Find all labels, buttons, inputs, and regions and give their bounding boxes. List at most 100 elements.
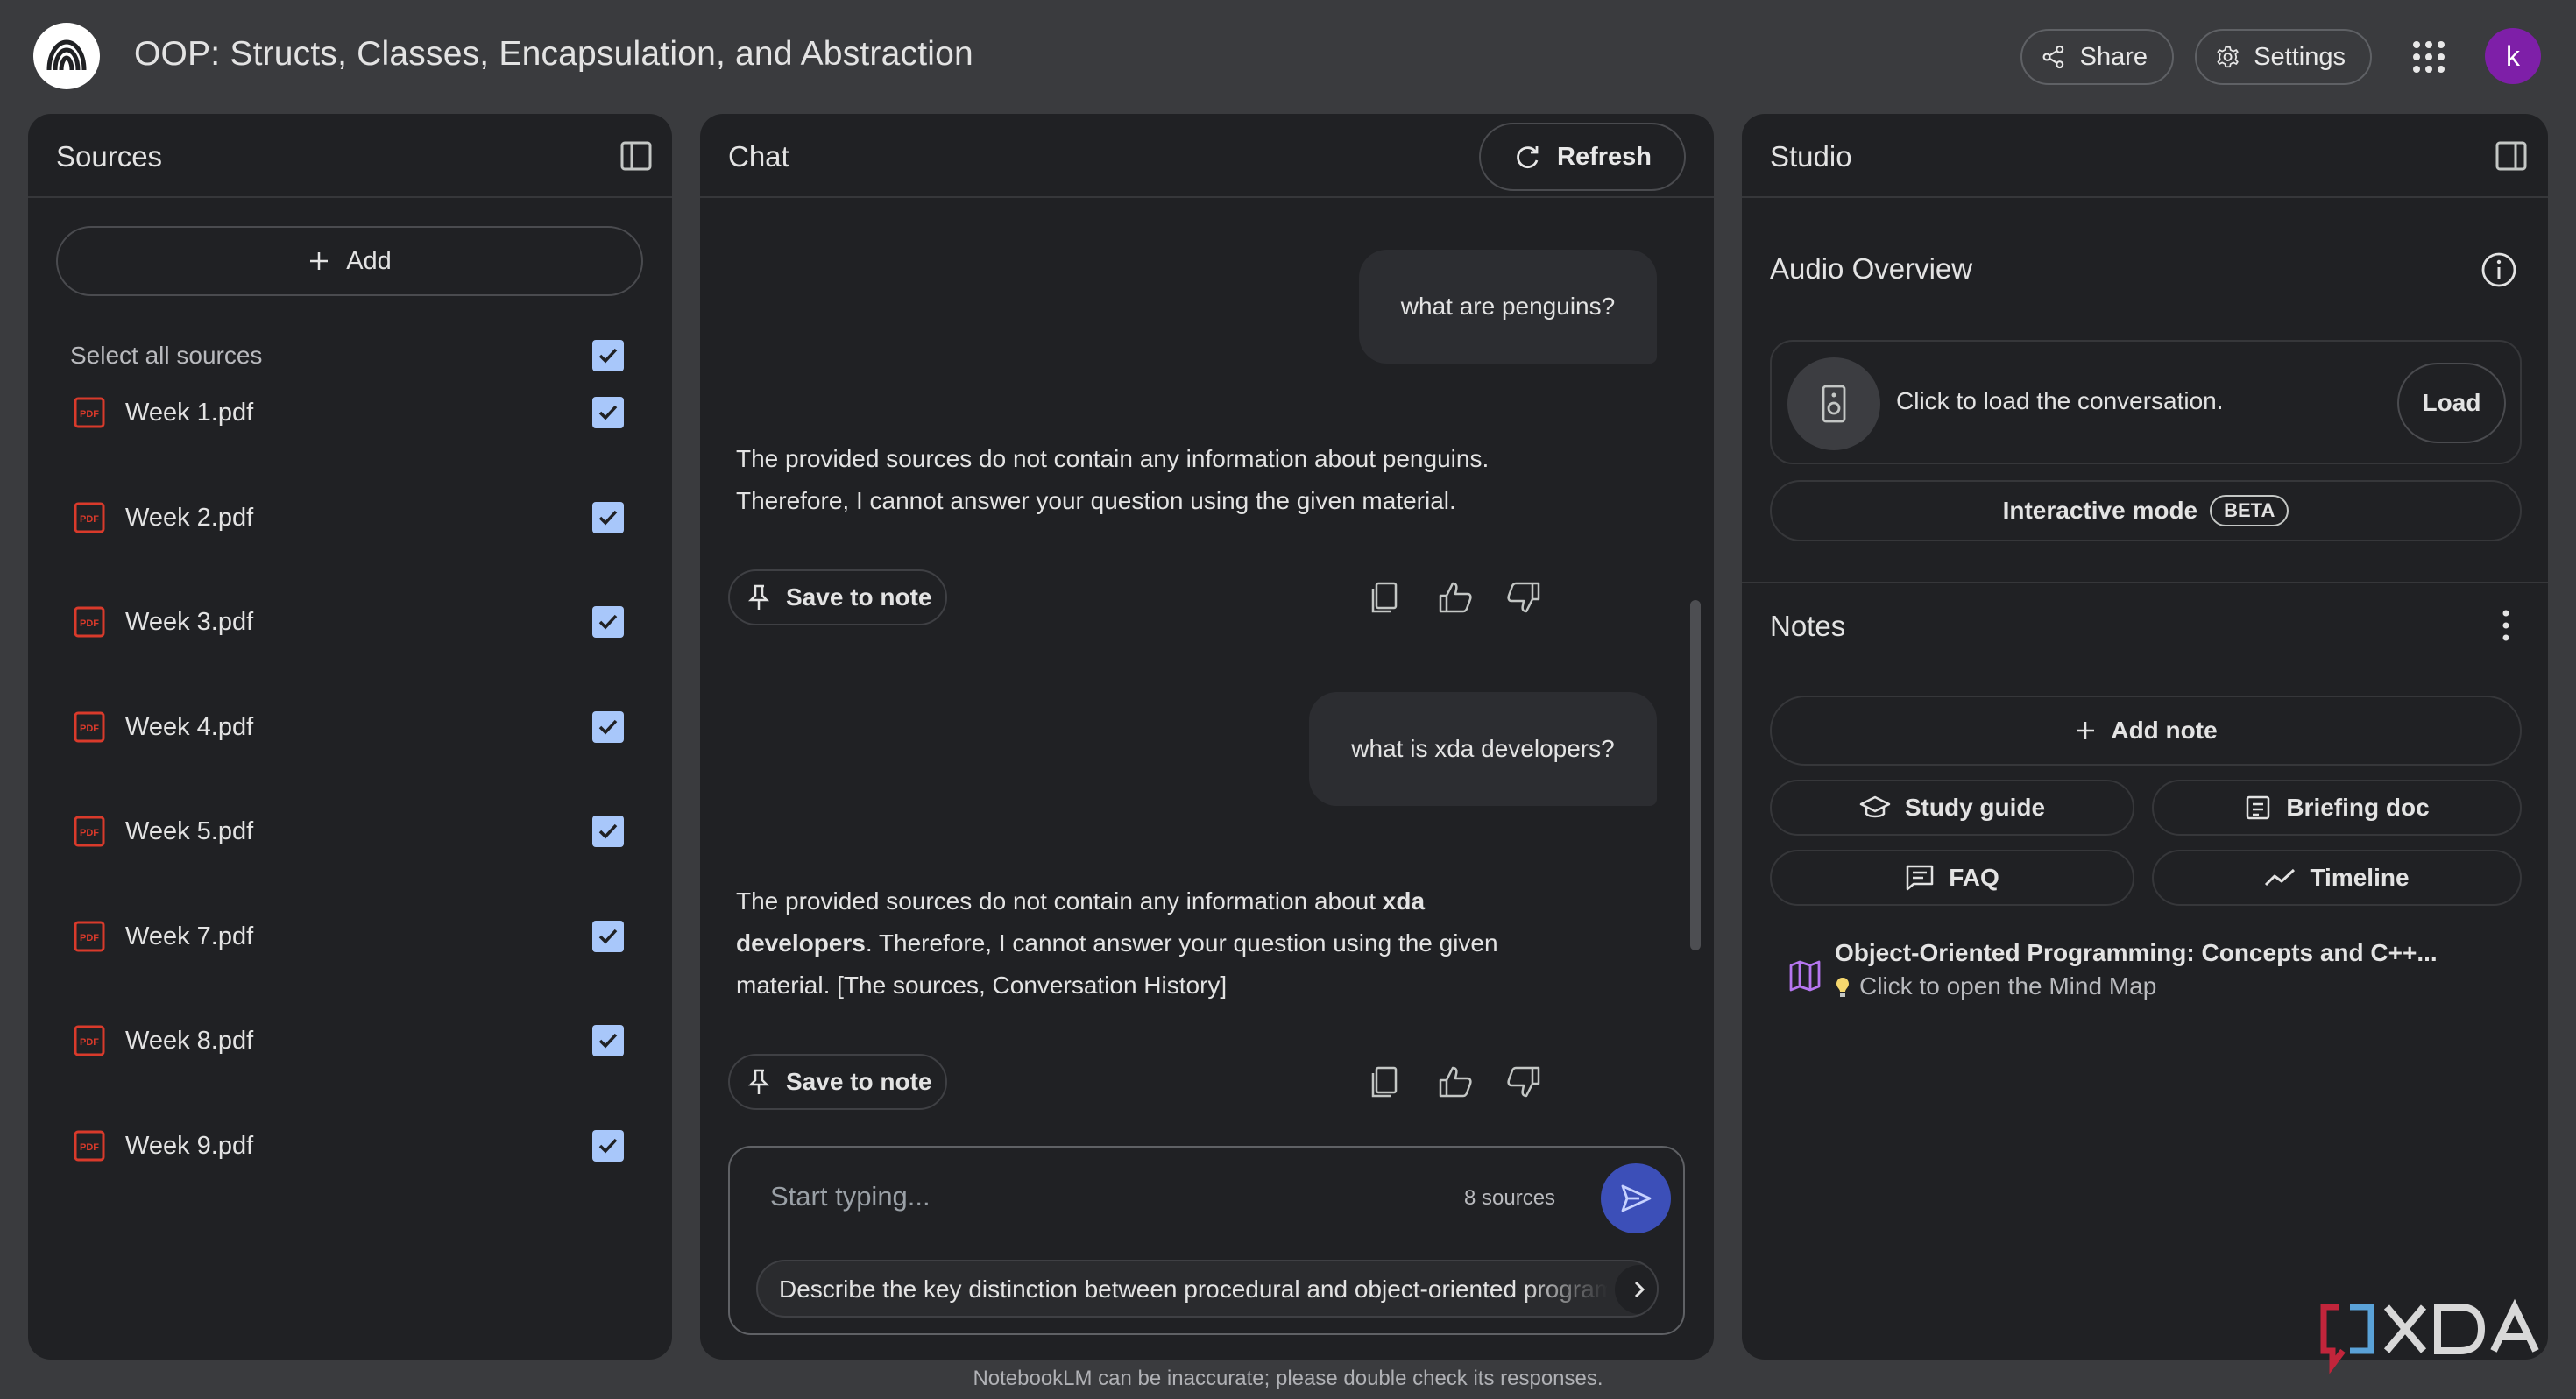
send-button[interactable] [1601, 1163, 1671, 1233]
timeline-label: Timeline [2310, 864, 2410, 891]
notebooklm-logo-icon[interactable] [33, 23, 100, 89]
text-segment: . Therefore, I cannot answer your questi… [865, 929, 1498, 957]
source-item[interactable]: PDF Week 1.pdf [28, 364, 672, 462]
pdf-icon: PDF [74, 816, 105, 847]
svg-text:PDF: PDF [80, 828, 99, 838]
checkmark-icon [598, 1138, 618, 1154]
text-segment: The provided sources do not contain any … [736, 887, 1383, 915]
refresh-button[interactable]: Refresh [1479, 123, 1686, 191]
app-header: OOP: Structs, Classes, Encapsulation, an… [0, 0, 2576, 114]
user-message: what are penguins? [1359, 250, 1657, 364]
thumbs-down-icon[interactable] [1504, 1063, 1543, 1101]
thumbs-up-icon[interactable] [1436, 578, 1475, 617]
xda-watermark-logo [2313, 1297, 2558, 1375]
source-name: Week 3.pdf [125, 608, 254, 636]
pdf-icon: PDF [74, 921, 105, 951]
source-name: Week 4.pdf [125, 712, 254, 741]
pin-icon [747, 1069, 770, 1094]
next-suggestion-button[interactable] [1615, 1265, 1657, 1314]
assistant-message-line: The provided sources do not contain any … [736, 445, 1490, 472]
faq-button[interactable]: FAQ [1770, 850, 2134, 906]
svg-text:PDF: PDF [80, 1142, 99, 1153]
source-name: Week 8.pdf [125, 1027, 254, 1055]
svg-text:PDF: PDF [80, 409, 99, 420]
chat-scrollbar[interactable] [1690, 600, 1701, 950]
source-item[interactable]: PDF Week 4.pdf [28, 678, 672, 776]
source-item[interactable]: PDF Week 5.pdf [28, 782, 672, 880]
checkmark-icon [598, 823, 618, 839]
assistant-message-line: material. [The sources, Conversation His… [736, 972, 1228, 999]
more-vert-icon[interactable] [2501, 608, 2511, 643]
timeline-button[interactable]: Timeline [2152, 850, 2522, 906]
thumbs-down-icon[interactable] [1504, 578, 1543, 617]
chat-composer: Start typing... 8 sources Describe the k… [728, 1146, 1685, 1335]
source-checkbox[interactable] [592, 1129, 624, 1162]
share-button[interactable]: Share [2020, 29, 2174, 85]
source-item[interactable]: PDF Week 3.pdf [28, 573, 672, 671]
document-icon [2247, 795, 2270, 820]
svg-text:PDF: PDF [80, 933, 99, 943]
sources-panel-header: Sources [28, 114, 672, 198]
interactive-mode-button[interactable]: Interactive mode BETA [1770, 480, 2522, 541]
svg-text:PDF: PDF [80, 724, 99, 734]
audio-card-text: Click to load the conversation. [1896, 387, 2224, 414]
pdf-icon: PDF [74, 502, 105, 533]
svg-text:PDF: PDF [80, 618, 99, 629]
studio-panel: Studio Audio Overview Click to load the … [1742, 114, 2548, 1360]
source-item[interactable]: PDF Week 8.pdf [28, 992, 672, 1090]
source-name: Week 1.pdf [125, 399, 254, 427]
add-note-label: Add note [2111, 717, 2218, 744]
notes-title: Notes [1770, 610, 1846, 642]
user-avatar[interactable]: k [2485, 28, 2541, 84]
save-to-note-button[interactable]: Save to note [728, 1054, 947, 1110]
checkmark-icon [598, 719, 618, 735]
suggested-question-text: Describe the key distinction between pro… [779, 1275, 1607, 1303]
source-checkbox[interactable] [592, 1025, 624, 1056]
source-item[interactable]: PDF Week 9.pdf [28, 1097, 672, 1195]
collapse-panel-icon[interactable] [2494, 138, 2529, 173]
source-checkbox[interactable] [592, 920, 624, 952]
faq-icon [1906, 865, 1934, 891]
source-checkbox[interactable] [592, 501, 624, 533]
collapse-panel-icon[interactable] [619, 138, 654, 173]
copy-icon[interactable] [1366, 1063, 1405, 1101]
settings-button[interactable]: Settings [2195, 29, 2372, 85]
source-checkbox[interactable] [592, 710, 624, 743]
sources-panel: Sources Add Select all sources PDF Week 1… [28, 114, 672, 1360]
add-source-button[interactable]: Add [56, 226, 643, 296]
source-checkbox[interactable] [592, 816, 624, 847]
source-item[interactable]: PDF Week 7.pdf [28, 887, 672, 986]
checkmark-icon [598, 614, 618, 630]
mind-map-note[interactable]: Object-Oriented Programming: Concepts an… [1787, 939, 2506, 1018]
save-to-note-button[interactable]: Save to note [728, 569, 947, 625]
briefing-doc-button[interactable]: Briefing doc [2152, 780, 2522, 836]
copy-icon[interactable] [1366, 578, 1405, 617]
study-guide-button[interactable]: Study guide [1770, 780, 2134, 836]
source-checkbox[interactable] [592, 606, 624, 638]
chevron-right-icon [1634, 1281, 1645, 1298]
save-to-note-label: Save to note [786, 583, 932, 611]
checkmark-icon [598, 1033, 618, 1049]
add-note-button[interactable]: Add note [1770, 696, 2522, 766]
load-button[interactable]: Load [2397, 363, 2506, 443]
school-icon [1859, 795, 1891, 818]
chat-input[interactable]: Start typing... [770, 1181, 931, 1212]
plus-icon [2077, 722, 2095, 739]
source-checkbox[interactable] [592, 397, 624, 428]
svg-text:PDF: PDF [80, 514, 99, 525]
thumbs-up-icon[interactable] [1436, 1063, 1475, 1101]
studio-panel-header: Studio [1742, 114, 2548, 198]
info-icon[interactable] [2480, 251, 2518, 289]
pdf-icon: PDF [74, 1025, 105, 1056]
assistant-message-line: developers. Therefore, I cannot answer y… [736, 922, 1525, 964]
checkmark-icon [598, 405, 618, 420]
notebook-title[interactable]: OOP: Structs, Classes, Encapsulation, an… [134, 35, 984, 74]
pdf-icon: PDF [74, 711, 105, 742]
interactive-mode-label: Interactive mode [2002, 497, 2198, 524]
checkmark-icon [598, 510, 618, 526]
suggested-question[interactable]: Describe the key distinction between pro… [756, 1260, 1659, 1318]
apps-grid-icon[interactable] [2411, 39, 2446, 74]
lightbulb-icon [1836, 978, 1849, 997]
study-guide-label: Study guide [1904, 794, 2046, 821]
source-item[interactable]: PDF Week 2.pdf [28, 469, 672, 567]
